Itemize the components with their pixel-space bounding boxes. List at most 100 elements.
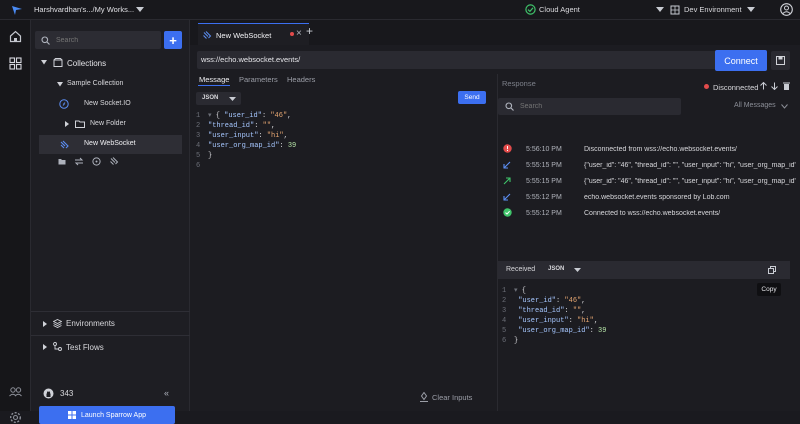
add-collection-button[interactable]: + — [164, 31, 182, 49]
collections-box-icon — [53, 58, 63, 67]
message-filter-select[interactable]: All Messages — [734, 102, 776, 109]
arrow-up-icon[interactable] — [760, 82, 767, 90]
format-chevron-icon — [229, 97, 236, 101]
log-row[interactable]: 5:55:15 PM {"user_id": "46", "thread_id"… — [498, 173, 796, 189]
sidebar-search-input[interactable] — [56, 36, 156, 44]
divider — [31, 335, 190, 336]
log-message: Disconnected from wss://echo.websocket.e… — [584, 145, 737, 153]
tree-item-new-folder[interactable]: New Folder — [90, 120, 126, 127]
tab-websocket-icon — [203, 31, 212, 39]
send-button[interactable]: Send — [458, 91, 486, 104]
workspace-name[interactable]: Harshvardhan's.../My Works... — [34, 5, 134, 14]
sidebar-search[interactable] — [35, 31, 161, 49]
url-input[interactable]: wss://echo.websocket.events/ — [201, 55, 300, 64]
tab-new-websocket[interactable]: New WebSocket × — [198, 23, 309, 45]
message-format-select[interactable]: JSON — [196, 92, 241, 105]
log-message: {"user_id": "46", "thread_id": "", "user… — [584, 177, 796, 185]
websocket-add-icon[interactable] — [110, 157, 119, 166]
chevron-down-icon[interactable] — [136, 7, 144, 13]
tab-close-button[interactable]: × — [296, 28, 302, 39]
user-avatar-icon[interactable] — [780, 3, 793, 16]
cloud-agent-check-icon — [525, 4, 536, 15]
log-message: Connected to wss://echo.websocket.events… — [584, 209, 721, 217]
environments-layers-icon — [53, 319, 62, 328]
test-flows-chevron-icon[interactable] — [43, 344, 47, 350]
log-time: 5:55:15 PM — [526, 177, 562, 185]
line-number: 3 — [196, 132, 201, 140]
settings-gear-icon[interactable] — [9, 411, 22, 424]
line-number: 3 — [502, 307, 507, 315]
line-number: 2 — [196, 122, 201, 130]
log-time: 5:55:12 PM — [526, 209, 562, 217]
arrow-down-icon[interactable] — [771, 82, 778, 90]
folder-icon — [75, 120, 85, 128]
log-row[interactable]: 5:55:12 PM echo.websocket.events sponsor… — [498, 189, 796, 205]
team-icon[interactable] — [9, 386, 22, 397]
trash-icon[interactable] — [783, 82, 790, 90]
connected-check-icon — [503, 208, 512, 217]
message-log: 5:56:10 PM Disconnected from wss://echo.… — [498, 141, 798, 231]
message-editor[interactable]: 1 ▾ { "user_id": "46", 2 "thread_id": "", … — [196, 111, 486, 171]
line-number: 6 — [502, 337, 507, 345]
connection-status: Disconnected — [713, 83, 759, 92]
environments-section[interactable]: Environments — [66, 319, 115, 328]
copy-tooltip: Copy — [757, 283, 781, 296]
test-flows-section[interactable]: Test Flows — [66, 343, 104, 352]
clear-inputs-button[interactable]: Clear Inputs — [432, 393, 472, 402]
websocket-icon — [60, 140, 69, 149]
windows-icon — [68, 411, 76, 419]
received-label: Received — [506, 266, 536, 273]
received-format-select[interactable]: JSON — [548, 266, 564, 272]
log-message: {"user_id": "46", "thread_id": "", "user… — [584, 161, 796, 169]
line-number: 5 — [502, 327, 507, 335]
launch-sparrow-app-label: Launch Sparrow App — [81, 411, 146, 419]
filter-chevron-icon[interactable] — [781, 104, 788, 109]
home-icon[interactable] — [9, 30, 22, 43]
line-number: 5 — [196, 152, 201, 160]
environments-chevron-icon[interactable] — [43, 321, 47, 327]
sample-collection-chevron-icon[interactable] — [57, 82, 63, 87]
folder-chevron-right-icon[interactable] — [65, 121, 69, 127]
log-row[interactable]: 5:55:15 PM {"user_id": "46", "thread_id"… — [498, 157, 796, 173]
new-tab-button[interactable]: + — [306, 24, 313, 38]
tree-item-socketio[interactable]: New Socket.IO — [84, 100, 131, 107]
collapse-sidebar-button[interactable]: « — [164, 388, 169, 398]
copy-icon[interactable] — [768, 266, 776, 274]
response-search-input[interactable] — [520, 103, 670, 110]
received-bar: Received JSON — [498, 261, 790, 279]
collections-icon[interactable] — [9, 57, 22, 70]
message-panel: Message Parameters Headers JSON Send 1 ▾ … — [194, 74, 494, 411]
save-button[interactable] — [771, 51, 790, 70]
message-format-label: JSON — [202, 95, 219, 101]
launch-sparrow-app-button[interactable]: Launch Sparrow App — [39, 406, 175, 424]
received-format-chevron-icon[interactable] — [574, 268, 581, 272]
unsaved-dot — [290, 32, 294, 36]
response-search-icon — [505, 102, 514, 111]
cloud-agent-label[interactable]: Cloud Agent — [539, 5, 580, 14]
tree-item-websocket[interactable]: New WebSocket — [84, 140, 136, 147]
github-icon[interactable] — [43, 388, 54, 399]
tab-headers[interactable]: Headers — [287, 75, 315, 84]
log-row[interactable]: 5:56:10 PM Disconnected from wss://echo.… — [498, 141, 796, 157]
response-search[interactable] — [498, 98, 681, 115]
environment-select[interactable]: Dev Environment — [684, 5, 742, 14]
collections-header[interactable]: Collections — [67, 59, 106, 68]
env-chevron-down-icon[interactable] — [656, 7, 664, 13]
import-icon[interactable] — [74, 157, 84, 166]
active-tab-underline — [198, 85, 230, 86]
url-input-box[interactable]: wss://echo.websocket.events/ — [197, 51, 737, 69]
socketio-add-icon[interactable] — [92, 157, 101, 166]
clear-inputs-icon[interactable] — [419, 392, 429, 402]
line-number: 1 — [196, 112, 201, 120]
connect-button[interactable]: Connect — [715, 50, 767, 71]
collections-chevron-icon[interactable] — [41, 60, 47, 65]
tab-parameters[interactable]: Parameters — [239, 75, 278, 84]
github-stars-count: 343 — [60, 389, 74, 398]
tab-label: New WebSocket — [216, 31, 272, 40]
environment-chevron-icon[interactable] — [747, 7, 755, 13]
tab-message[interactable]: Message — [199, 75, 229, 84]
add-folder-icon[interactable] — [58, 158, 66, 165]
log-row[interactable]: 5:55:12 PM Connected to wss://echo.webso… — [498, 205, 796, 221]
tree-item-sample-collection[interactable]: Sample Collection — [67, 80, 123, 87]
line-number: 2 — [502, 297, 507, 305]
